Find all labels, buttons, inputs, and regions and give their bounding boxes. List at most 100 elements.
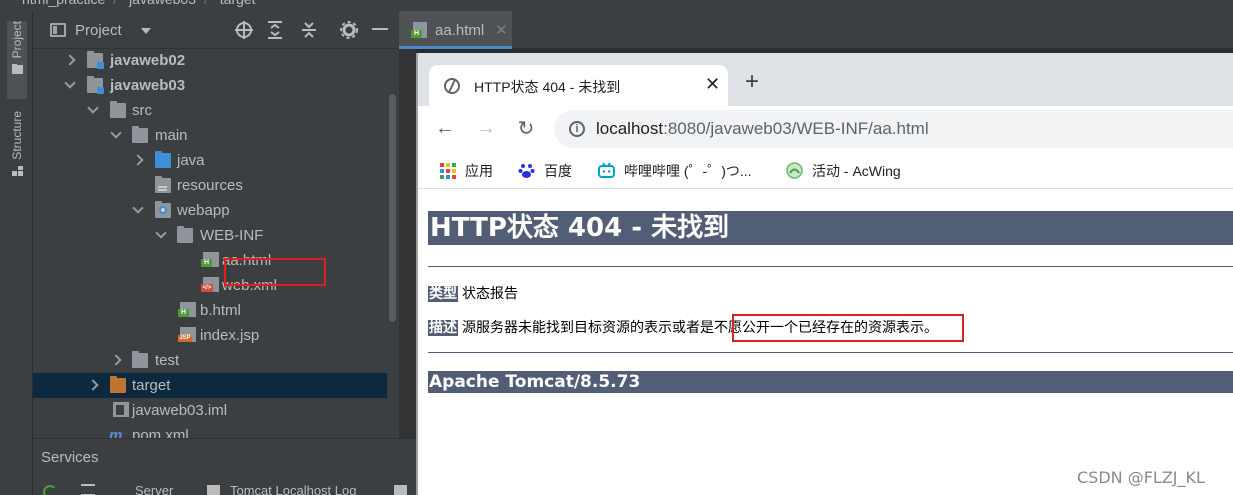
breadcrumb-item[interactable]: html_practice — [22, 0, 105, 7]
reload-button[interactable]: ↻ — [513, 115, 539, 141]
tree-item-main[interactable]: main — [33, 123, 387, 148]
tree-item-label: src — [132, 102, 152, 119]
tree-item-java[interactable]: java — [33, 148, 387, 173]
chevron-down-icon[interactable] — [109, 123, 123, 148]
tree-item-javaweb02[interactable]: javaweb02 — [33, 48, 387, 73]
tree-item-test[interactable]: test — [33, 348, 387, 373]
chevron-down-icon[interactable] — [63, 73, 77, 98]
collapse-all-icon[interactable] — [299, 20, 319, 40]
type-value: 状态报告 — [462, 286, 518, 302]
tree-item-label: WEB-INF — [200, 227, 264, 244]
apps-grid-icon — [439, 162, 456, 179]
tree-item-label: resources — [177, 177, 243, 194]
tree-item-pom-xml[interactable]: m pom.xml — [33, 423, 387, 438]
info-icon[interactable]: i — [569, 121, 585, 137]
chevron-down-icon[interactable] — [141, 28, 151, 34]
watermark: CSDN @FLZJ_KL — [1077, 468, 1205, 487]
jsp-file-icon: JSP — [178, 327, 196, 342]
html-file-icon: H — [411, 22, 427, 38]
bookmarks-bar: 应用 百度 哔哩哔哩 (゜-゜)つ... 活动 - AcWing — [418, 151, 1233, 189]
services-tab-localhost-log[interactable]: Tomcat Localhost Log — [230, 483, 356, 495]
services-panel: Services Server Tomcat Localhost Log — [33, 438, 416, 495]
tree-item-webapp[interactable]: webapp — [33, 198, 387, 223]
resources-folder-icon — [155, 176, 171, 193]
divider — [428, 352, 1233, 353]
folder-icon — [132, 351, 148, 368]
tomcat-error-page: HTTP状态 404 - 未找到 类型 状态报告 描述 源服务器未能找到目标资源的表… — [418, 190, 1233, 495]
chevron-down-icon[interactable] — [86, 98, 100, 123]
iml-file-icon — [113, 402, 129, 417]
browser-window: HTTP状态 404 - 未找到 ✕ + ← → ↻ i localhost:8… — [416, 53, 1233, 495]
services-title[interactable]: Services — [41, 449, 99, 466]
project-panel-title[interactable]: Project — [75, 22, 122, 39]
close-icon[interactable]: ✕ — [495, 21, 508, 39]
chevron-right-icon[interactable] — [109, 348, 123, 373]
tree-item-javaweb03[interactable]: javaweb03 — [33, 73, 387, 98]
error-heading: HTTP状态 404 - 未找到 — [428, 211, 1233, 245]
structure-icon — [11, 165, 23, 176]
project-tool-tab-label: Project — [10, 21, 24, 59]
url-host: localhost — [596, 119, 664, 138]
tree-item-label: webapp — [177, 202, 230, 219]
refresh-icon[interactable] — [43, 485, 57, 495]
browser-toolbar: ← → ↻ i localhost:8080/javaweb03/WEB-INF… — [418, 106, 1233, 151]
folder-icon — [177, 226, 193, 243]
tree-item-label: index.jsp — [200, 327, 260, 344]
breadcrumb-item[interactable]: target — [220, 0, 256, 7]
description-label: 描述 — [428, 320, 458, 336]
tree-item-label: javaweb03.iml — [132, 402, 228, 419]
new-tab-button[interactable]: + — [745, 70, 759, 94]
tree-scrollbar[interactable] — [389, 94, 396, 322]
forward-button[interactable]: → — [473, 115, 499, 141]
gear-icon[interactable] — [339, 20, 359, 40]
list-icon[interactable] — [81, 484, 95, 495]
chevron-down-icon[interactable] — [131, 198, 145, 223]
left-tool-strip: Project Structure — [0, 11, 33, 495]
tree-item-resources[interactable]: resources — [33, 173, 387, 198]
minimize-icon[interactable] — [370, 20, 390, 40]
html-file-icon: H — [178, 302, 196, 317]
structure-tool-tab[interactable]: Structure — [7, 111, 27, 193]
tree-item-target[interactable]: target — [33, 373, 387, 398]
url-path: :8080/javaweb03/WEB-INF/aa.html — [663, 119, 929, 138]
breadcrumb-item[interactable]: javaweb03 — [129, 0, 196, 7]
module-folder-icon — [87, 76, 104, 94]
address-bar[interactable]: i localhost:8080/javaweb03/WEB-INF/aa.ht… — [554, 110, 1233, 148]
locate-icon[interactable] — [234, 20, 254, 40]
error-type-line: 类型 状态报告 — [428, 283, 518, 303]
close-tab-icon[interactable]: ✕ — [705, 74, 720, 95]
browser-tab-strip: HTTP状态 404 - 未找到 ✕ + — [418, 53, 1233, 106]
tree-item-label: b.html — [200, 302, 241, 319]
breadcrumb-separator: / — [113, 0, 117, 7]
folder-icon — [110, 101, 126, 118]
bookmark-label: 活动 - AcWing — [812, 163, 901, 179]
chevron-right-icon[interactable] — [86, 373, 100, 398]
tree-item-web-inf[interactable]: WEB-INF — [33, 223, 387, 248]
tree-item-src[interactable]: src — [33, 98, 387, 123]
baidu-paw-icon — [518, 164, 535, 178]
tree-item-label: java — [177, 152, 205, 169]
globe-icon — [444, 78, 460, 94]
tree-item-index-jsp[interactable]: JSP index.jsp — [33, 323, 387, 348]
tree-item-b-html[interactable]: H b.html — [33, 298, 387, 323]
source-folder-icon — [155, 151, 171, 168]
bookmark-label: 百度 — [544, 163, 572, 179]
browser-tab[interactable]: HTTP状态 404 - 未找到 ✕ — [429, 65, 728, 106]
tree-item-iml[interactable]: javaweb03.iml — [33, 398, 387, 423]
back-button[interactable]: ← — [432, 115, 458, 141]
chevron-right-icon[interactable] — [63, 48, 77, 73]
chevron-right-icon[interactable] — [131, 148, 145, 173]
panel-divider[interactable] — [399, 11, 416, 438]
tree-item-web-xml[interactable]: </> web.xml — [33, 273, 387, 298]
chevron-down-icon[interactable] — [154, 223, 168, 248]
services-tab-server[interactable]: Server — [135, 483, 173, 495]
expand-all-icon[interactable] — [265, 20, 285, 40]
tree-item-aa-html[interactable]: H aa.html — [33, 248, 387, 273]
xml-file-icon: </> — [201, 277, 219, 292]
project-tool-tab[interactable]: Project — [7, 21, 27, 99]
tomcat-icon — [394, 485, 407, 495]
excluded-folder-icon — [110, 376, 126, 393]
error-description-line: 描述 源服务器未能找到目标资源的表示或者是不愿公开一个已经存在的资源表示。 — [428, 317, 938, 337]
editor-tab-aa-html[interactable]: H aa.html ✕ — [399, 11, 512, 49]
tomcat-icon — [207, 485, 220, 495]
